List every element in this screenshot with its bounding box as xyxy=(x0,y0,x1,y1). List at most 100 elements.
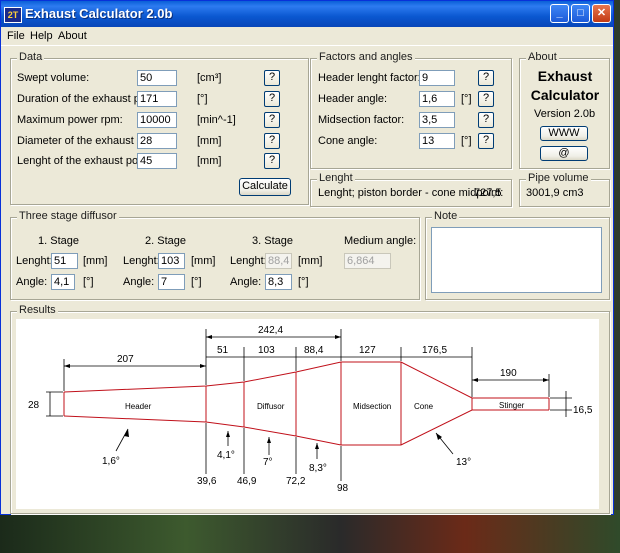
header-angle-help-button[interactable]: ? xyxy=(478,91,494,107)
stage3-title: 3. Stage xyxy=(252,235,293,247)
header-length-factor-help-button[interactable]: ? xyxy=(478,70,494,86)
stage2-length-label: Lenght: xyxy=(123,255,160,267)
stage3-length-unit: [mm] xyxy=(298,255,323,267)
swept-volume-unit: [cm³] xyxy=(197,72,222,84)
cone-angle-unit: [°] xyxy=(461,135,472,147)
max-power-rpm-label: Maximum power rpm: xyxy=(17,114,123,126)
factors-group: Factors and angles Header lenght factor:… xyxy=(310,51,512,169)
pipe-volume-value: 3001,9 cm3 xyxy=(526,187,584,199)
dim-label-stage3: 88,4 xyxy=(304,345,324,356)
arrow-angle-stage2 xyxy=(267,437,271,443)
stage3-angle-input[interactable]: 8,3 xyxy=(265,274,292,290)
maximize-icon[interactable]: □ xyxy=(571,4,590,23)
arrow-angle-stage3 xyxy=(315,443,319,449)
app-icon: 2T xyxy=(4,7,22,23)
arrow-stinger-dim-start xyxy=(472,378,478,382)
menu-help[interactable]: Help xyxy=(30,30,53,42)
section-label-header: Header xyxy=(125,402,152,411)
arrow-span-dim-end xyxy=(335,335,341,339)
about-app-name-line1: Exhaust xyxy=(537,68,593,84)
swept-volume-input[interactable]: 50 xyxy=(137,70,177,86)
medium-angle-label: Medium angle: xyxy=(344,235,417,247)
menu-bar: File Help About xyxy=(1,27,613,46)
length-group-title: Lenght xyxy=(317,172,355,184)
port-length-input[interactable]: 45 xyxy=(137,153,177,169)
dimension-labels: 207 51 103 88,4 127 176,5 242,4 190 28 1… xyxy=(28,325,593,494)
www-button[interactable]: WWW xyxy=(540,126,588,141)
desktop-background xyxy=(0,510,620,553)
about-group-title: About xyxy=(526,51,559,63)
dim-label-header: 207 xyxy=(117,354,134,365)
port-diameter-help-button[interactable]: ? xyxy=(264,133,280,149)
max-power-rpm-unit: [min^-1] xyxy=(197,114,236,126)
angle-label-stage1: 4,1° xyxy=(217,450,235,461)
stage2-length-unit: [mm] xyxy=(191,255,216,267)
dim-label-stage2: 103 xyxy=(258,345,275,356)
dim-label-stage1: 51 xyxy=(217,345,229,356)
arrow-angle-header xyxy=(124,429,129,437)
duration-help-button[interactable]: ? xyxy=(264,91,280,107)
max-power-rpm-help-button[interactable]: ? xyxy=(264,112,280,128)
pipe-volume-group-title: Pipe volume xyxy=(526,172,591,184)
midsection-factor-help-button[interactable]: ? xyxy=(478,112,494,128)
section-label-diffusor: Diffusor xyxy=(257,402,285,411)
pipe-volume-group: Pipe volume 3001,9 cm3 xyxy=(519,172,610,207)
section-label-midsection: Midsection xyxy=(353,402,391,411)
menu-about[interactable]: About xyxy=(58,30,87,42)
port-diameter-input[interactable]: 28 xyxy=(137,133,177,149)
dim-label-inlet-diameter: 28 xyxy=(28,400,40,411)
stage2-angle-label: Angle: xyxy=(123,276,155,288)
note-textarea[interactable] xyxy=(431,227,602,293)
stage2-length-input[interactable]: 103 xyxy=(158,253,185,269)
stage2-title: 2. Stage xyxy=(145,235,186,247)
minimize-icon[interactable]: _ xyxy=(550,4,569,23)
cone-angle-input[interactable]: 13 xyxy=(419,133,455,149)
arrow-header-dim-end xyxy=(200,364,206,368)
swept-volume-help-button[interactable]: ? xyxy=(264,70,280,86)
header-length-factor-label: Header lenght factor: xyxy=(318,72,421,84)
stage1-length-input[interactable]: 51 xyxy=(51,253,78,269)
cone-angle-label: Cone angle: xyxy=(318,135,378,147)
duration-input[interactable]: 171 xyxy=(137,91,177,107)
port-length-unit: [mm] xyxy=(197,155,222,167)
dim-label-midsection: 127 xyxy=(359,345,376,356)
email-button[interactable]: @ xyxy=(540,146,588,161)
menu-file[interactable]: File xyxy=(7,30,25,42)
arrow-span-dim-start xyxy=(206,335,212,339)
diffusor-group-title: Three stage diffusor xyxy=(17,210,119,222)
pipe-lower-edge xyxy=(63,409,549,446)
angle-label-stage3: 8,3° xyxy=(309,463,327,474)
exhaust-diagram: 207 51 103 88,4 127 176,5 242,4 190 28 1… xyxy=(16,319,599,509)
diffusor-group: Three stage diffusor 1. Stage Lenght: 51… xyxy=(10,210,420,300)
port-length-label: Lenght of the exhaust port: xyxy=(17,155,148,167)
stage2-angle-input[interactable]: 7 xyxy=(158,274,185,290)
diameter-label-46-9: 46,9 xyxy=(237,476,257,487)
port-diameter-unit: [mm] xyxy=(197,135,222,147)
cone-angle-help-button[interactable]: ? xyxy=(478,133,494,149)
header-angle-input[interactable]: 1,6 xyxy=(419,91,455,107)
section-label-stinger: Stinger xyxy=(499,401,525,410)
close-icon[interactable]: ✕ xyxy=(592,4,611,23)
calculate-button[interactable]: Calculate xyxy=(239,178,291,196)
max-power-rpm-input[interactable]: 10000 xyxy=(137,112,177,128)
midsection-factor-label: Midsection factor: xyxy=(318,114,405,126)
diameter-label-98: 98 xyxy=(337,483,349,494)
arrow-stinger-dim-end xyxy=(543,378,549,382)
port-length-help-button[interactable]: ? xyxy=(264,153,280,169)
stage3-length-label: Lenght: xyxy=(230,255,267,267)
header-length-factor-input[interactable]: 9 xyxy=(419,70,455,86)
arrow-angle-stage1 xyxy=(226,431,230,437)
angle-label-header: 1,6° xyxy=(102,456,120,467)
window-title: Exhaust Calculator 2.0b xyxy=(25,6,173,21)
title-bar[interactable]: 2T Exhaust Calculator 2.0b _ □ ✕ xyxy=(1,1,613,27)
stage1-length-unit: [mm] xyxy=(83,255,108,267)
stage1-angle-input[interactable]: 4,1 xyxy=(51,274,75,290)
diameter-label-72-2: 72,2 xyxy=(286,476,306,487)
angle-label-cone: 13° xyxy=(456,457,471,468)
exhaust-diagram-svg: 207 51 103 88,4 127 176,5 242,4 190 28 1… xyxy=(28,325,593,494)
dim-label-stinger: 190 xyxy=(500,368,517,379)
arrow-header-dim-start xyxy=(64,364,70,368)
midsection-factor-input[interactable]: 3,5 xyxy=(419,112,455,128)
about-group: About Exhaust Calculator Version 2.0b WW… xyxy=(519,51,610,169)
dim-label-diffusor-span: 242,4 xyxy=(258,325,283,336)
